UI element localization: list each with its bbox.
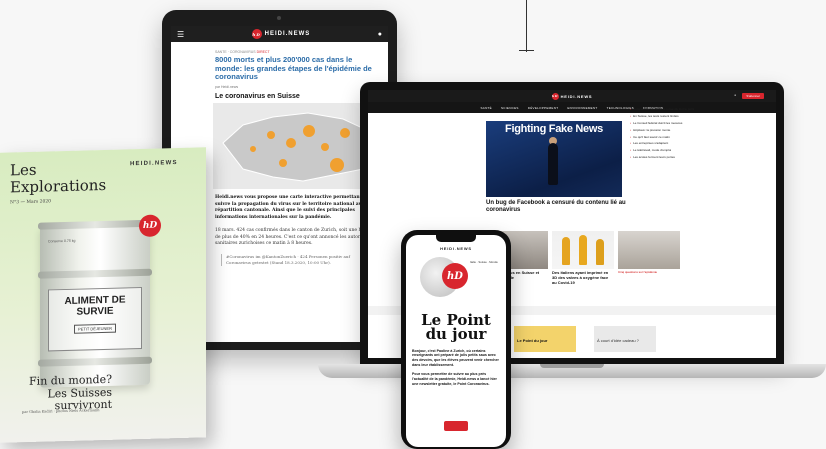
- list-item[interactable]: • Le télétravail, mode d'emploi: [630, 148, 710, 153]
- can-rim: [38, 219, 152, 230]
- hero-image[interactable]: Fighting Fake News: [486, 121, 622, 197]
- article-captions: Le coronavirus en Suisse et dans le mond…: [486, 270, 680, 285]
- map-marker[interactable]: [250, 145, 256, 152]
- can-top-label: Conserve 0.75 kg: [48, 238, 76, 244]
- tablet-brand-text: HEIDI.NEWS: [264, 31, 311, 37]
- newsletter-promo-label: Le Point du jour: [517, 338, 548, 343]
- article-meta: SANTE · CORONAVIRUS DIRECT: [215, 50, 376, 54]
- article-caption[interactable]: Cinq questions sur l'épidémie: [618, 270, 680, 285]
- nav-item[interactable]: SANTÉ: [480, 106, 492, 110]
- list-item[interactable]: • Les écoles ferment leurs portes: [630, 155, 710, 160]
- hero-headline[interactable]: Un bug de Facebook a censuré du contenu …: [486, 200, 626, 214]
- nav-item[interactable]: DÉVELOPPEMENT: [528, 106, 559, 110]
- article-title[interactable]: 8000 morts et plus 200'000 cas dans le m…: [215, 55, 376, 82]
- newsletter-title: Le Point du jour: [406, 312, 506, 344]
- article-thumbnails: [486, 231, 680, 269]
- hero-image-text: Fighting Fake News: [505, 123, 603, 135]
- magazine-cover: Les Explorations HEIDI.NEWS N°3 — Mars 2…: [0, 147, 206, 443]
- list-item[interactable]: • En Suisse, les tests restent limités: [630, 114, 710, 119]
- newsletter-hero: hD Italie · Suisse · Monde: [412, 253, 500, 311]
- newsletter-promo[interactable]: Le Point du jour: [514, 326, 576, 352]
- map-marker[interactable]: [330, 157, 344, 172]
- newsletter-side-text: Italie · Suisse · Monde: [470, 260, 498, 264]
- list-item[interactable]: • Le Conseil fédéral durcit les mesures: [630, 121, 710, 126]
- can-label-main: ALIMENT DE SURVIE: [64, 294, 126, 318]
- can-rim: [38, 356, 152, 367]
- embedded-tweet[interactable]: #Coronavirus im @KantonZuerich · 424 Per…: [221, 254, 376, 267]
- magazine-brand: HEIDI.NEWS: [130, 160, 178, 168]
- magazine-issue: N°3 — Mars 2020: [10, 199, 52, 206]
- newsletter-body: Pour vous permettre de suivre au plus pr…: [412, 371, 497, 386]
- phone-brand[interactable]: HEIDI.NEWS: [406, 246, 506, 251]
- list-item[interactable]: • Ce qu'il faut savoir ce matin: [630, 135, 710, 140]
- speaker-figure: [548, 143, 558, 185]
- hd-logo-icon: hD: [442, 263, 468, 289]
- phone-screen: HEIDI.NEWS hD Italie · Suisse · Monde Le…: [406, 235, 506, 447]
- phone-notch: [436, 235, 476, 242]
- lamp-cord: [526, 0, 527, 52]
- map-marker[interactable]: [286, 137, 296, 148]
- article-author[interactable]: par Heidi.news: [215, 85, 376, 89]
- laptop-topbar: hD HEIDI.NEWS ● S'abonner: [368, 90, 776, 102]
- hd-logo-icon: hD: [139, 214, 161, 238]
- article-subtitle: Le coronavirus en Suisse: [215, 92, 300, 100]
- laptop-brand[interactable]: hD HEIDI.NEWS: [551, 92, 593, 100]
- gift-promo-label: À court d'idée cadeau ?: [597, 338, 639, 343]
- tablet-topbar: ☰ hD HEIDI.NEWS ●: [171, 26, 388, 42]
- hamburger-icon[interactable]: ☰: [177, 30, 184, 39]
- user-icon[interactable]: ●: [378, 31, 382, 38]
- article-live-tag: DIRECT: [256, 50, 270, 54]
- article-thumbnail[interactable]: [552, 231, 614, 269]
- can-label-sub: PETIT DÉJEUNER: [74, 323, 116, 334]
- nav-item[interactable]: ENVIRONNEMENT: [567, 106, 597, 110]
- laptop-notch: [540, 364, 604, 368]
- list-item[interactable]: • Les entreprises s'adaptent: [630, 142, 710, 146]
- tablet-camera: [277, 16, 281, 20]
- laptop-brand-text: HEIDI.NEWS: [560, 93, 593, 99]
- magazine-credits: par Ghalia Kadiri · photos Niels Ackerma…: [22, 408, 100, 415]
- user-icon[interactable]: ●: [734, 93, 736, 97]
- article-paragraph: 18 mars. 424 cas confirmés dans le canto…: [215, 227, 375, 247]
- map-country-shape: [222, 112, 382, 182]
- can-label: ALIMENT DE SURVIE PETIT DÉJEUNER: [48, 286, 142, 352]
- list-item[interactable]: • Coronavirus: les experts romands font l…: [630, 107, 710, 112]
- lamp-tick: [519, 50, 534, 51]
- magazine-title: Les Explorations: [10, 160, 106, 196]
- hd-logo-icon: hD: [551, 92, 559, 100]
- map-marker[interactable]: [303, 124, 315, 137]
- nav-item[interactable]: SCIENCES: [501, 106, 519, 110]
- phone-device: HEIDI.NEWS hD Italie · Suisse · Monde Le…: [401, 230, 511, 449]
- newsletter-title-line: du jour: [425, 325, 487, 344]
- map-marker[interactable]: [279, 158, 287, 167]
- magazine-title-line: Explorations: [10, 175, 107, 196]
- subscribe-button[interactable]: S'abonner: [742, 93, 764, 99]
- gift-promo[interactable]: À court d'idée cadeau ?: [594, 326, 656, 352]
- article-section: SANTE · CORONAVIRUS: [215, 50, 256, 54]
- newsletter-intro: Bonjour, c'est Paoline à Zurich, où cert…: [412, 348, 499, 368]
- map-marker[interactable]: [321, 142, 329, 151]
- survival-can: hD Conserve 0.75 kg ALIMENT DE SURVIE PE…: [38, 214, 161, 388]
- list-item[interactable]: • Hôpitaux: la pression monte: [630, 128, 710, 133]
- can-rim: [38, 268, 152, 279]
- latest-news-list: • Coronavirus: les experts romands font l…: [630, 105, 710, 163]
- product-composition: ☰ hD HEIDI.NEWS ● SANTE · CORONAVIRUS DI…: [0, 0, 826, 449]
- tablet-brand[interactable]: hD HEIDI.NEWS: [251, 29, 311, 39]
- article-paragraph-intro: Heidi.news vous propose une carte intera…: [215, 194, 374, 221]
- map-marker[interactable]: [267, 130, 275, 139]
- laptop-nav: SANTÉ SCIENCES DÉVELOPPEMENT ENVIRONNEME…: [368, 102, 776, 113]
- article-thumbnail[interactable]: [618, 231, 680, 269]
- laptop-main: Fighting Fake News Un bug de Facebook a …: [368, 113, 776, 214]
- article-caption[interactable]: Des italiens ayant imprimé en 3D des val…: [552, 270, 614, 285]
- hd-logo-icon: hD: [251, 29, 262, 39]
- signature-badge: [444, 421, 468, 431]
- map-marker[interactable]: [340, 127, 350, 138]
